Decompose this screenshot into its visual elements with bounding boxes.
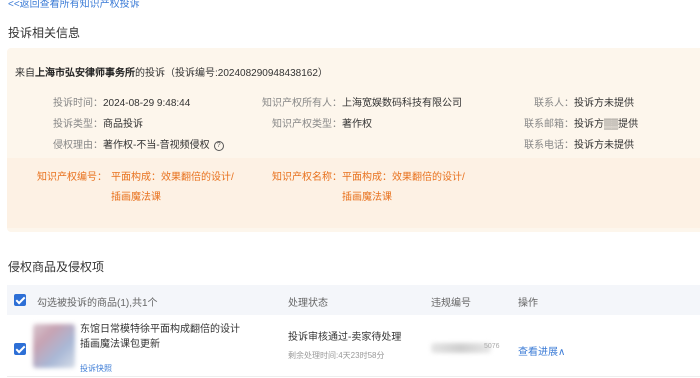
field-contact-person: 联系人：投诉方未提供: [507, 94, 634, 109]
violation-number-redacted: [431, 343, 491, 353]
field-value: 投诉方▒▒提供: [574, 119, 639, 130]
select-all-checkbox[interactable]: [14, 294, 26, 306]
header-select: 勾选被投诉的商品(1),共1个: [37, 298, 158, 309]
header-status: 处理状态: [288, 298, 328, 309]
field-ip-owner: 知识产权所有人：上海宽娱数码科技有限公司: [247, 94, 462, 109]
violation-number: 5076: [484, 343, 500, 350]
ip-name-label: 知识产权名称：: [272, 172, 342, 183]
field-value: 投诉方未提供: [574, 140, 634, 151]
help-icon[interactable]: ?: [213, 141, 224, 151]
complaint-number: 的投诉（投诉编号:20240829094843816​2）: [135, 68, 328, 79]
back-to-all-complaints-link[interactable]: <<返回查看所有知识产权投诉: [8, 0, 140, 10]
header-action: 操作: [518, 298, 538, 309]
field-value: 商品投诉: [103, 119, 143, 130]
view-progress-link[interactable]: 查看进展∧: [518, 343, 565, 358]
remaining-time: 剩余处理时间:4天23时58分: [288, 351, 385, 360]
field-complaint-type: 投诉类型：商品投诉: [35, 115, 143, 130]
field-label: 联系人：: [534, 98, 574, 109]
field-value: 投诉方未提供: [574, 98, 634, 109]
product-name[interactable]: 东馆日常模特徐平面构成翻倍的设计插画魔法课包更新: [80, 322, 240, 352]
section-title-infringing-items: 侵权商品及侵权项: [8, 260, 105, 274]
complainant-name: 上海市弘安律师事务所: [35, 68, 135, 79]
field-ip-type: 知识产权类型：著作权: [247, 115, 372, 130]
row-checkbox[interactable]: [14, 343, 26, 355]
complaint-snapshot-link[interactable]: 投诉快照: [80, 363, 112, 374]
field-value: 上海宽娱数码科技有限公司: [342, 98, 462, 109]
row-divider: [7, 376, 700, 377]
field-label: 知识产权所有人：: [262, 98, 342, 109]
field-label: 投诉时间：: [53, 98, 103, 109]
complaint-source: 来自上海市弘安律师事务所的投诉（投诉编号:20240829094843816​2…: [15, 64, 328, 79]
field-value: 著作权: [342, 119, 372, 130]
ip-name-line2: 插画魔法课: [342, 192, 392, 203]
field-complaint-time: 投诉时间：2024-08-29 9:48:44: [35, 94, 190, 109]
ip-number-line1: 平面构成：效果翻倍的设计/: [111, 172, 234, 183]
field-contact-phone: 联系电话：投诉方未提供: [507, 136, 634, 151]
field-value: 著作权-不当-音视频侵权: [103, 140, 210, 151]
field-label: 知识产权类型：: [272, 119, 342, 130]
field-value: 2024-08-29 9:48:44: [103, 98, 191, 109]
ip-info-strip: 知识产权编号： 平面构成：效果翻倍的设计/ 插画魔法课 知识产权名称： 平面构成…: [7, 158, 700, 228]
from-prefix: 来自: [15, 68, 35, 79]
field-label: 侵权理由：: [53, 140, 103, 151]
ip-name-line1: 平面构成：效果翻倍的设计/: [342, 172, 465, 183]
field-contact-email: 联系邮箱：投诉方▒▒提供: [507, 115, 638, 130]
section-title-complaint-info: 投诉相关信息: [8, 26, 81, 40]
processing-status: 投诉审核通过-卖家待处理: [288, 332, 402, 343]
field-label: 投诉类型：: [53, 119, 103, 130]
field-infringement-reason: 侵权理由：著作权-不当-音视频侵权?: [35, 136, 224, 151]
table-header: 勾选被投诉的商品(1),共1个 处理状态 违规编号 操作: [7, 285, 700, 315]
complaint-card: 来自上海市弘安律师事务所的投诉（投诉编号:20240829094843816​2…: [7, 48, 700, 232]
header-violation: 违规编号: [431, 298, 471, 309]
ip-number-label: 知识产权编号：: [37, 172, 107, 183]
ip-number-line2: 插画魔法课: [111, 192, 161, 203]
product-thumbnail[interactable]: [33, 324, 75, 368]
field-label: 联系电话：: [524, 140, 574, 151]
field-label: 联系邮箱：: [524, 119, 574, 130]
